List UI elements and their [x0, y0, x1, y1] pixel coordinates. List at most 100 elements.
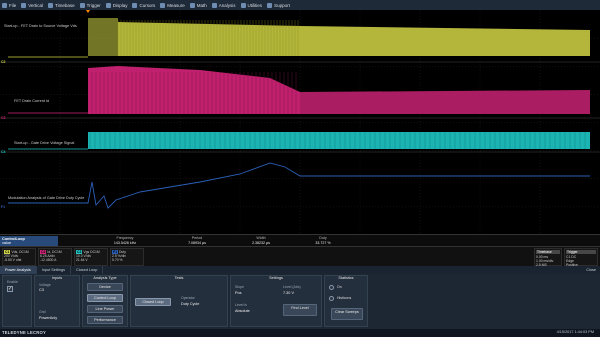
param-name: Period	[191, 236, 203, 240]
menu-item-display[interactable]: Display	[105, 2, 128, 8]
menu-item-timebase[interactable]: Timebase	[48, 2, 75, 8]
control-loop-measure[interactable]: ControlLoop value	[0, 236, 58, 246]
closed-loop-test-button[interactable]: Closed Loop	[135, 298, 171, 306]
trigger-position-marker	[86, 10, 90, 13]
operator-value[interactable]: Duty Cycle	[181, 302, 199, 306]
param-name: Frequency	[116, 236, 134, 240]
stat-on-radio[interactable]	[329, 285, 334, 290]
device-button[interactable]: Device	[87, 283, 123, 291]
channel-offset: 5.70 %	[112, 258, 123, 262]
menu-item-trigger[interactable]: Trigger	[79, 2, 101, 8]
c2-marker[interactable]: C2	[1, 60, 5, 64]
channel-offset: -5.50 V ofst	[4, 258, 22, 262]
level-abs-value[interactable]: 7.30 V	[283, 291, 294, 295]
param-width[interactable]: Width 2.38232 µs	[236, 236, 286, 245]
statistics-group: Statistics On Histicons Clear Sweeps	[324, 275, 368, 327]
param-frequency[interactable]: Frequency 143.5426 kHz	[100, 236, 150, 245]
c2-trace-label: Start-up - FET Drain to Source Voltage V…	[4, 24, 77, 28]
measure-icon	[160, 2, 166, 8]
menu-item-support[interactable]: Support	[267, 2, 290, 8]
level-is-label: Level is	[235, 303, 247, 307]
channel-box-c3[interactable]: C3 Vgs DC1M 10.0 V/div 21.64 V	[74, 248, 108, 266]
timebase-icon	[48, 2, 54, 8]
menu-item-math[interactable]: Math	[189, 2, 207, 8]
slope-value[interactable]: Pos	[235, 291, 242, 295]
statistics-title: Statistics	[338, 276, 354, 280]
tab-input-settings[interactable]: Input Settings	[37, 266, 71, 274]
grid-label: Grid	[39, 310, 46, 314]
f1-trace	[8, 162, 590, 209]
find-level-button[interactable]: Find Level	[283, 304, 317, 316]
menu-item-label: Utilities	[247, 2, 263, 8]
settings-group: Settings Slope Pos Level is Absolute Lev…	[230, 275, 322, 327]
voltage-value[interactable]: C3	[39, 288, 44, 292]
menu-item-label: Display	[112, 2, 128, 8]
clear-sweeps-button[interactable]: Clear Sweeps	[331, 308, 363, 320]
trigger-box[interactable]: Trigger C1 DC Edge Positive	[564, 248, 598, 267]
param-name: Width	[256, 236, 266, 240]
control-loop-button[interactable]: Control Loop	[87, 294, 123, 302]
loop-line2: value	[2, 241, 12, 245]
analysis-type-title: Analysis Type	[93, 276, 117, 280]
line-power-button[interactable]: Line Power	[87, 305, 123, 313]
channel-offset: 21.64 V	[76, 258, 88, 262]
analysis-type-group: Analysis Type Device Control Loop Line P…	[82, 275, 128, 327]
c4-marker[interactable]: C4	[1, 150, 5, 154]
tests-title: Tests	[174, 276, 184, 280]
operator-label: Operator	[181, 296, 195, 300]
menu-item-analysis[interactable]: Analysis	[211, 2, 236, 8]
param-period[interactable]: Period 7.08934 µs	[172, 236, 222, 245]
tab-power-analysis[interactable]: Power Analysis	[0, 266, 37, 274]
channel-descriptor-row: C1 Vds, DC1M 200 V/div -5.50 V ofst C2 Id,…	[0, 246, 600, 267]
datetime: 4/15/2017 1:44:03 PM	[556, 330, 594, 334]
support-icon	[267, 2, 273, 8]
channel-box-c2[interactable]: C2 Id, DC1M 6.25 A/div -12.4500 A	[38, 248, 72, 266]
vertical-icon	[21, 2, 27, 8]
menu-item-label: Cursors	[139, 2, 156, 8]
inputs-title: Inputs	[51, 276, 63, 280]
close-button[interactable]: Close	[582, 266, 600, 274]
channel-offset: -12.4500 A	[40, 258, 57, 262]
menu-item-label: Support	[274, 2, 290, 8]
display-icon	[105, 2, 111, 8]
param-value: 33.727 %	[315, 241, 331, 245]
menu-item-measure[interactable]: Measure	[160, 2, 185, 8]
menu-item-utilities[interactable]: Utilities	[240, 2, 263, 8]
param-name: Duty	[319, 236, 327, 240]
level-abs-label: Level (Abs)	[283, 285, 301, 289]
power-analysis-panel: Enable ✓ Inputs Voltage C3 Grid PowerAnl…	[0, 274, 600, 329]
channel-box-c1[interactable]: C1 Vds, DC1M 200 V/div -5.50 V ofst	[2, 248, 36, 266]
menu-item-file[interactable]: File	[2, 2, 16, 8]
waveform-grid[interactable]: Start-up - FET Drain to Source Voltage V…	[0, 10, 600, 235]
menu-item-label: Measure	[167, 2, 185, 8]
enable-label: Enable	[7, 280, 18, 284]
channel-box-f1[interactable]: F1 Duty 2.5 %/div 5.70 %	[110, 248, 144, 266]
c3-marker[interactable]: C3	[1, 116, 5, 120]
performance-button[interactable]: Performance	[87, 316, 123, 324]
f1-trace-label: Modulation Analysis of Gate Drive Duty C…	[8, 196, 85, 200]
param-value: 2.38232 µs	[252, 241, 270, 245]
param-value: 143.5426 kHz	[113, 241, 137, 245]
level-is-value[interactable]: Absolute	[235, 309, 250, 313]
c3-steady-envelope	[300, 90, 590, 114]
menu-item-vertical[interactable]: Vertical	[21, 2, 43, 8]
grid-value[interactable]: PowerAnly	[39, 316, 57, 320]
histicons-label: Histicons	[337, 296, 352, 300]
dialog-tabs: Power Analysis Input Settings Closed Loo…	[0, 266, 600, 274]
menu-item-label: Trigger	[86, 2, 101, 8]
c2-burst	[88, 18, 118, 56]
file-icon	[2, 2, 7, 8]
status-bar: TELEDYNE LECROY 4/15/2017 1:44:03 PM	[0, 329, 600, 337]
utilities-icon	[240, 2, 246, 8]
voltage-label: Voltage	[39, 283, 51, 287]
menu-item-label: Timebase	[55, 2, 75, 8]
menu-item-cursors[interactable]: Cursors	[132, 2, 156, 8]
tab-closed-loop[interactable]: Closed Loop	[71, 266, 104, 274]
f1-marker[interactable]: F1	[1, 205, 5, 209]
trigger-head: Trigger	[566, 250, 596, 254]
histicons-radio[interactable]	[329, 296, 334, 301]
timebase-box[interactable]: Timebase 0.00 ms 1.00 ms/div 2.5 MS	[534, 248, 562, 267]
c4-envelope	[88, 132, 590, 149]
param-duty[interactable]: Duty 33.727 %	[298, 236, 348, 245]
enable-checkbox[interactable]: ✓	[7, 286, 13, 292]
